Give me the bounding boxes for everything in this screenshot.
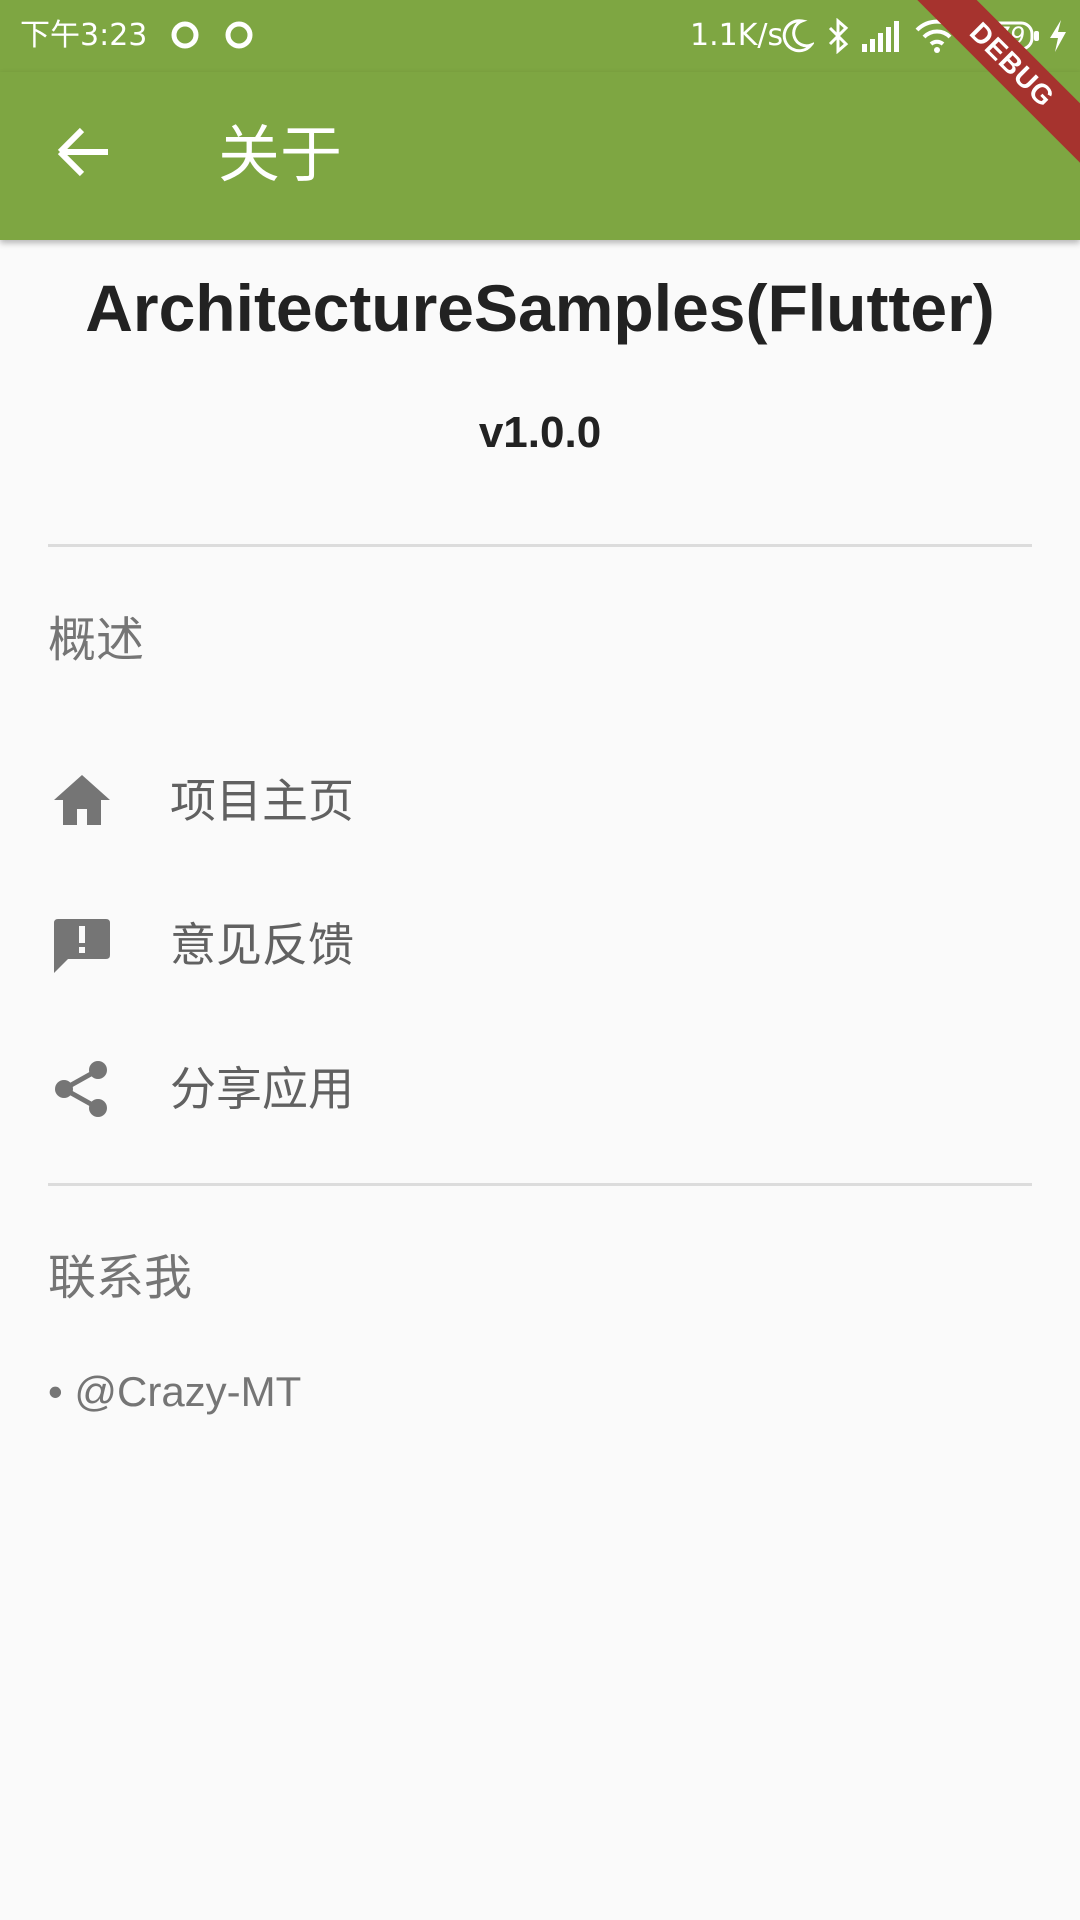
- app-bar: 关于: [0, 72, 1080, 240]
- status-bar: 下午3:23 1.1K/s 79: [0, 0, 1080, 72]
- status-time: 下午3:23: [20, 18, 148, 53]
- section-title-contact: 联系我: [48, 1250, 193, 1306]
- home-icon: [54, 775, 110, 825]
- list-item-share[interactable]: 分享应用: [0, 1024, 1080, 1154]
- arrow-back-icon[interactable]: [44, 112, 124, 192]
- section-title-overview: 概述: [48, 612, 145, 668]
- moon-icon: [782, 19, 814, 53]
- charging-icon: [1050, 20, 1066, 52]
- list-item-label: 分享应用: [170, 1062, 354, 1116]
- share-icon: [55, 1061, 107, 1117]
- page-title: 关于: [218, 118, 343, 191]
- contact-github-link[interactable]: • @Crazy-MT: [48, 1366, 301, 1418]
- divider: [48, 544, 1032, 547]
- divider: [48, 1183, 1032, 1186]
- list-item-label: 项目主页: [170, 774, 354, 828]
- list-item-feedback[interactable]: 意见反馈: [0, 880, 1080, 1010]
- network-speed: 1.1K/s: [690, 18, 784, 53]
- app-version: v1.0.0: [478, 408, 602, 457]
- list-item-label: 意见反馈: [170, 918, 354, 972]
- notification-ring-icon: [225, 21, 253, 49]
- bluetooth-icon: [828, 18, 849, 54]
- feedback-icon: [54, 919, 110, 973]
- app-name: ArchitectureSamples(Flutter): [85, 271, 995, 345]
- signal-icon: [862, 21, 899, 52]
- notification-ring-icon: [171, 21, 199, 49]
- list-item-project-home[interactable]: 项目主页: [0, 736, 1080, 866]
